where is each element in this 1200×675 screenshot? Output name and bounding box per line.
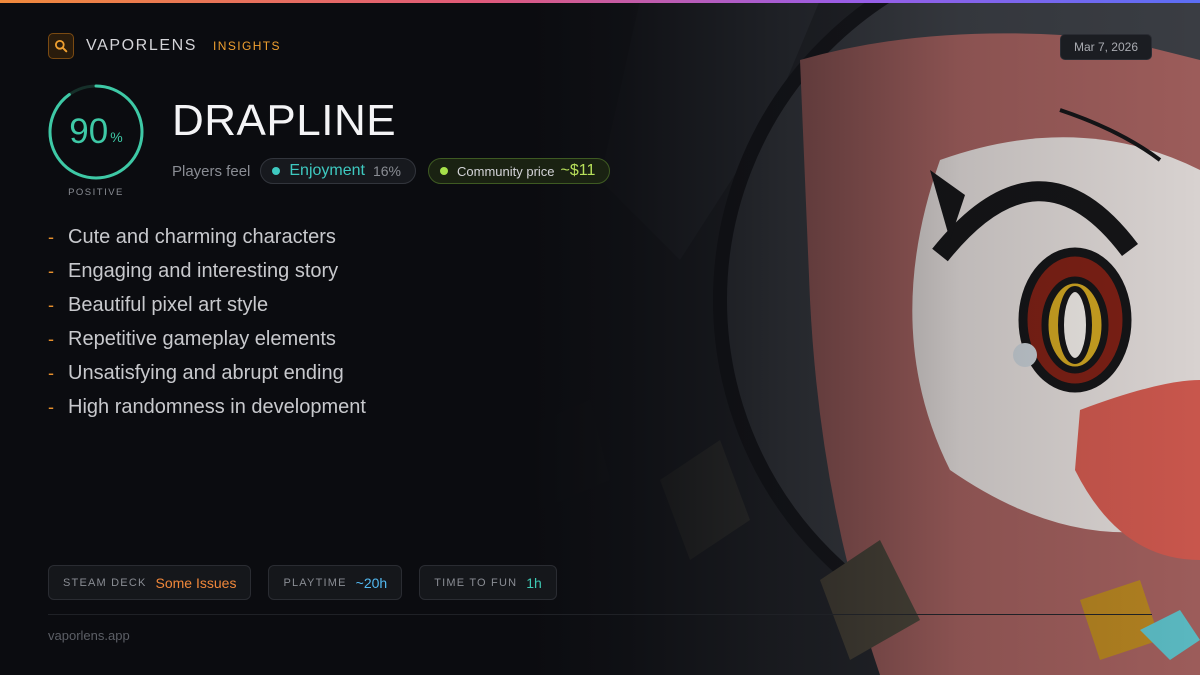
brand-header: VAPORLENS INSIGHTS bbox=[48, 33, 281, 59]
footer-link[interactable]: vaporlens.app bbox=[48, 628, 130, 643]
price-dot bbox=[440, 167, 448, 175]
enjoyment-badge: Enjoyment 16% bbox=[260, 158, 416, 184]
search-icon bbox=[48, 33, 74, 59]
enjoyment-percent: 16% bbox=[372, 163, 401, 179]
list-item: - Beautiful pixel art style bbox=[48, 288, 366, 322]
list-item: - Unsatisfying and abrupt ending bbox=[48, 356, 366, 390]
point-text: Cute and charming characters bbox=[68, 225, 336, 248]
dash-bullet: - bbox=[48, 396, 54, 417]
playtime-label: PLAYTIME bbox=[283, 576, 347, 589]
score-ring: 90% bbox=[48, 84, 144, 180]
community-price-value: ~$11 bbox=[560, 162, 596, 179]
list-item: - Cute and charming characters bbox=[48, 220, 366, 254]
playtime-value: ~20h bbox=[355, 574, 388, 591]
point-text: Repetitive gameplay elements bbox=[68, 327, 336, 350]
dash-bullet: - bbox=[48, 362, 54, 383]
enjoyment-label: Enjoyment bbox=[289, 162, 365, 179]
playtime-stat: PLAYTIME ~20h bbox=[268, 565, 403, 600]
time-to-fun-stat: TIME TO FUN 1h bbox=[419, 565, 557, 600]
enjoyment-dot bbox=[272, 167, 281, 175]
community-price-badge: Community price ~$11 bbox=[428, 158, 611, 184]
brand-tag: INSIGHTS bbox=[213, 39, 281, 53]
date-badge: Mar 7, 2026 bbox=[1059, 34, 1152, 60]
list-item: - Engaging and interesting story bbox=[48, 254, 366, 288]
players-feel-row: Players feel Enjoyment 16% Community pri… bbox=[172, 157, 611, 185]
dash-bullet: - bbox=[48, 294, 54, 315]
steam-deck-label: STEAM DECK bbox=[63, 576, 147, 589]
score-label: POSITIVE bbox=[68, 187, 124, 198]
steam-deck-value: Some Issues bbox=[155, 574, 237, 591]
point-text: Unsatisfying and abrupt ending bbox=[68, 361, 344, 384]
game-title: DRAPLINE bbox=[172, 96, 397, 145]
list-item: - Repetitive gameplay elements bbox=[48, 322, 366, 356]
dash-bullet: - bbox=[48, 226, 54, 247]
dash-bullet: - bbox=[48, 260, 54, 281]
community-price-label: Community price bbox=[457, 163, 555, 179]
stats-row: STEAM DECK Some Issues PLAYTIME ~20h TIM… bbox=[48, 565, 574, 600]
brand-name: VAPORLENS bbox=[86, 37, 198, 54]
score-number: 90 bbox=[69, 112, 109, 151]
point-text: Engaging and interesting story bbox=[68, 259, 339, 282]
dash-bullet: - bbox=[48, 328, 54, 349]
steam-deck-stat: STEAM DECK Some Issues bbox=[48, 565, 252, 600]
list-item: - High randomness in development bbox=[48, 390, 366, 424]
point-text: Beautiful pixel art style bbox=[68, 293, 269, 316]
time-to-fun-label: TIME TO FUN bbox=[434, 576, 518, 589]
players-feel-label: Players feel bbox=[172, 162, 251, 180]
point-text: High randomness in development bbox=[68, 395, 366, 418]
score-unit: % bbox=[110, 129, 123, 145]
score-value: 90% bbox=[48, 84, 144, 180]
time-to-fun-value: 1h bbox=[526, 574, 542, 591]
review-points-list: - Cute and charming characters - Engaging … bbox=[48, 220, 366, 424]
footer-divider bbox=[48, 614, 1152, 615]
top-accent-bar bbox=[0, 0, 1200, 3]
